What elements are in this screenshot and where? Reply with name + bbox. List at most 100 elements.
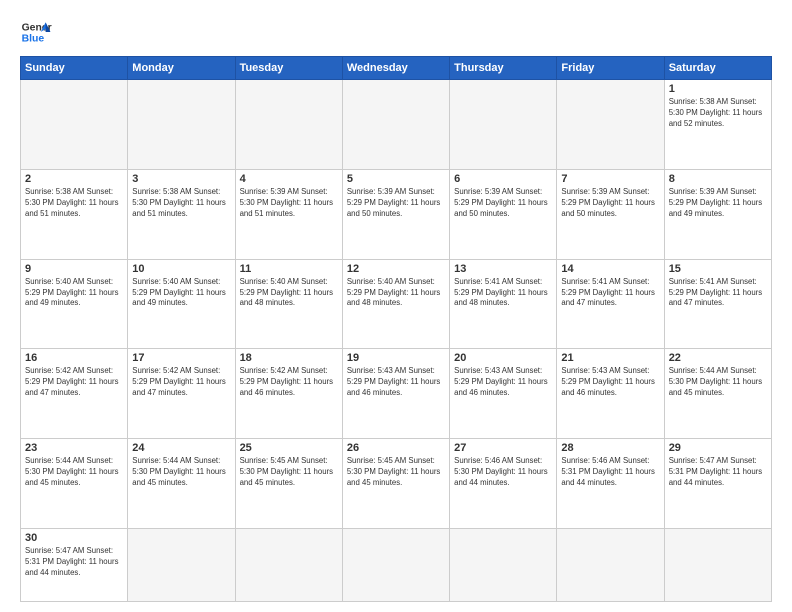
calendar-cell: 26 Sunrise: 5:45 AM Sunset: 5:30 PM Dayli…	[342, 439, 449, 529]
day-info: Sunrise: 5:40 AM Sunset: 5:29 PM Dayligh…	[25, 277, 123, 310]
day-info: Sunrise: 5:41 AM Sunset: 5:29 PM Dayligh…	[669, 277, 767, 310]
svg-text:Blue: Blue	[22, 34, 45, 45]
day-number: 18	[240, 352, 338, 364]
day-number: 29	[669, 442, 767, 454]
day-header-thursday: Thursday	[450, 57, 557, 80]
day-number: 11	[240, 263, 338, 275]
day-number: 4	[240, 173, 338, 185]
day-info: Sunrise: 5:43 AM Sunset: 5:29 PM Dayligh…	[561, 366, 659, 399]
calendar-cell: 12 Sunrise: 5:40 AM Sunset: 5:29 PM Dayli…	[342, 259, 449, 349]
logo-icon: General Blue	[20, 16, 52, 48]
calendar-cell	[557, 80, 664, 170]
calendar-cell: 29 Sunrise: 5:47 AM Sunset: 5:31 PM Dayli…	[664, 439, 771, 529]
calendar-week-row: 2 Sunrise: 5:38 AM Sunset: 5:30 PM Daylig…	[21, 169, 772, 259]
day-number: 2	[25, 173, 123, 185]
day-info: Sunrise: 5:40 AM Sunset: 5:29 PM Dayligh…	[240, 277, 338, 310]
day-number: 15	[669, 263, 767, 275]
calendar-table: SundayMondayTuesdayWednesdayThursdayFrid…	[20, 56, 772, 602]
calendar-cell: 21 Sunrise: 5:43 AM Sunset: 5:29 PM Dayli…	[557, 349, 664, 439]
calendar-cell: 5Sunrise: 5:39 AM Sunset: 5:29 PM Daylig…	[342, 169, 449, 259]
calendar-cell: 20 Sunrise: 5:43 AM Sunset: 5:29 PM Dayli…	[450, 349, 557, 439]
page: General Blue SundayMondayTuesdayWednesda…	[0, 0, 792, 612]
day-number: 9	[25, 263, 123, 275]
calendar-cell: 25Sunrise: 5:45 AM Sunset: 5:30 PM Dayli…	[235, 439, 342, 529]
calendar-cell	[664, 528, 771, 601]
day-number: 26	[347, 442, 445, 454]
calendar-cell: 16Sunrise: 5:42 AM Sunset: 5:29 PM Dayli…	[21, 349, 128, 439]
calendar-cell	[235, 528, 342, 601]
day-info: Sunrise: 5:42 AM Sunset: 5:29 PM Dayligh…	[240, 366, 338, 399]
day-number: 19	[347, 352, 445, 364]
calendar-cell	[235, 80, 342, 170]
calendar-header-row: SundayMondayTuesdayWednesdayThursdayFrid…	[21, 57, 772, 80]
header: General Blue	[20, 16, 772, 48]
day-info: Sunrise: 5:43 AM Sunset: 5:29 PM Dayligh…	[347, 366, 445, 399]
day-info: Sunrise: 5:41 AM Sunset: 5:29 PM Dayligh…	[454, 277, 552, 310]
calendar-cell	[557, 528, 664, 601]
calendar-cell	[128, 528, 235, 601]
calendar-cell: 17Sunrise: 5:42 AM Sunset: 5:29 PM Dayli…	[128, 349, 235, 439]
day-number: 13	[454, 263, 552, 275]
day-info: Sunrise: 5:46 AM Sunset: 5:31 PM Dayligh…	[561, 456, 659, 489]
day-info: Sunrise: 5:39 AM Sunset: 5:29 PM Dayligh…	[669, 187, 767, 220]
day-info: Sunrise: 5:41 AM Sunset: 5:29 PM Dayligh…	[561, 277, 659, 310]
day-info: Sunrise: 5:47 AM Sunset: 5:31 PM Dayligh…	[25, 546, 123, 579]
calendar-cell: 6Sunrise: 5:39 AM Sunset: 5:29 PM Daylig…	[450, 169, 557, 259]
day-info: Sunrise: 5:39 AM Sunset: 5:29 PM Dayligh…	[454, 187, 552, 220]
calendar-week-row: 1 Sunrise: 5:38 AM Sunset: 5:30 PM Daylig…	[21, 80, 772, 170]
day-info: Sunrise: 5:44 AM Sunset: 5:30 PM Dayligh…	[669, 366, 767, 399]
day-number: 14	[561, 263, 659, 275]
day-number: 28	[561, 442, 659, 454]
day-number: 30	[25, 532, 123, 544]
day-number: 21	[561, 352, 659, 364]
calendar-week-row: 30 Sunrise: 5:47 AM Sunset: 5:31 PM Dayli…	[21, 528, 772, 601]
calendar-cell: 3 Sunrise: 5:38 AM Sunset: 5:30 PM Daylig…	[128, 169, 235, 259]
calendar-cell: 9 Sunrise: 5:40 AM Sunset: 5:29 PM Daylig…	[21, 259, 128, 349]
calendar-cell: 1 Sunrise: 5:38 AM Sunset: 5:30 PM Daylig…	[664, 80, 771, 170]
day-number: 24	[132, 442, 230, 454]
calendar-cell: 4 Sunrise: 5:39 AM Sunset: 5:30 PM Daylig…	[235, 169, 342, 259]
day-info: Sunrise: 5:39 AM Sunset: 5:29 PM Dayligh…	[561, 187, 659, 220]
calendar-cell: 7Sunrise: 5:39 AM Sunset: 5:29 PM Daylig…	[557, 169, 664, 259]
day-number: 3	[132, 173, 230, 185]
calendar-cell: 18 Sunrise: 5:42 AM Sunset: 5:29 PM Dayli…	[235, 349, 342, 439]
calendar-cell	[128, 80, 235, 170]
day-info: Sunrise: 5:43 AM Sunset: 5:29 PM Dayligh…	[454, 366, 552, 399]
calendar-cell: 19 Sunrise: 5:43 AM Sunset: 5:29 PM Dayli…	[342, 349, 449, 439]
calendar-cell: 13 Sunrise: 5:41 AM Sunset: 5:29 PM Dayli…	[450, 259, 557, 349]
day-info: Sunrise: 5:38 AM Sunset: 5:30 PM Dayligh…	[669, 97, 767, 130]
day-header-wednesday: Wednesday	[342, 57, 449, 80]
day-number: 1	[669, 83, 767, 95]
day-info: Sunrise: 5:46 AM Sunset: 5:30 PM Dayligh…	[454, 456, 552, 489]
calendar-cell	[342, 80, 449, 170]
day-info: Sunrise: 5:44 AM Sunset: 5:30 PM Dayligh…	[25, 456, 123, 489]
day-header-saturday: Saturday	[664, 57, 771, 80]
calendar-cell: 14 Sunrise: 5:41 AM Sunset: 5:29 PM Dayli…	[557, 259, 664, 349]
day-number: 22	[669, 352, 767, 364]
calendar-week-row: 23 Sunrise: 5:44 AM Sunset: 5:30 PM Dayli…	[21, 439, 772, 529]
day-number: 8	[669, 173, 767, 185]
calendar-cell: 10Sunrise: 5:40 AM Sunset: 5:29 PM Dayli…	[128, 259, 235, 349]
day-info: Sunrise: 5:40 AM Sunset: 5:29 PM Dayligh…	[347, 277, 445, 310]
day-info: Sunrise: 5:44 AM Sunset: 5:30 PM Dayligh…	[132, 456, 230, 489]
calendar-cell	[342, 528, 449, 601]
day-number: 12	[347, 263, 445, 275]
day-number: 20	[454, 352, 552, 364]
day-info: Sunrise: 5:39 AM Sunset: 5:29 PM Dayligh…	[347, 187, 445, 220]
day-info: Sunrise: 5:38 AM Sunset: 5:30 PM Dayligh…	[132, 187, 230, 220]
calendar-cell: 28 Sunrise: 5:46 AM Sunset: 5:31 PM Dayli…	[557, 439, 664, 529]
day-info: Sunrise: 5:42 AM Sunset: 5:29 PM Dayligh…	[25, 366, 123, 399]
calendar-cell: 23 Sunrise: 5:44 AM Sunset: 5:30 PM Dayli…	[21, 439, 128, 529]
day-info: Sunrise: 5:39 AM Sunset: 5:30 PM Dayligh…	[240, 187, 338, 220]
calendar-cell: 27Sunrise: 5:46 AM Sunset: 5:30 PM Dayli…	[450, 439, 557, 529]
logo: General Blue	[20, 16, 52, 48]
day-info: Sunrise: 5:47 AM Sunset: 5:31 PM Dayligh…	[669, 456, 767, 489]
day-number: 23	[25, 442, 123, 454]
calendar-week-row: 9 Sunrise: 5:40 AM Sunset: 5:29 PM Daylig…	[21, 259, 772, 349]
day-header-friday: Friday	[557, 57, 664, 80]
day-info: Sunrise: 5:45 AM Sunset: 5:30 PM Dayligh…	[347, 456, 445, 489]
calendar-cell: 15 Sunrise: 5:41 AM Sunset: 5:29 PM Dayli…	[664, 259, 771, 349]
calendar-cell: 2Sunrise: 5:38 AM Sunset: 5:30 PM Daylig…	[21, 169, 128, 259]
day-number: 25	[240, 442, 338, 454]
calendar-cell: 8 Sunrise: 5:39 AM Sunset: 5:29 PM Daylig…	[664, 169, 771, 259]
